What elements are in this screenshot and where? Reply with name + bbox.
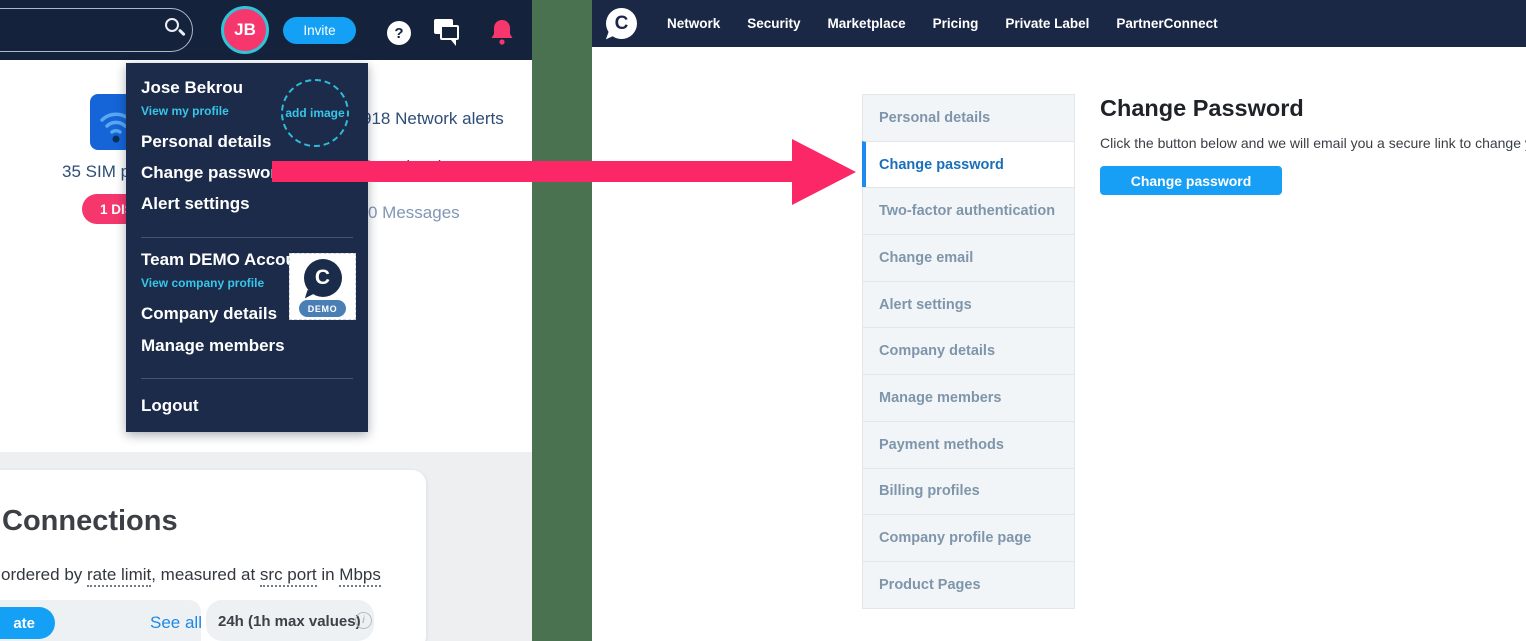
logout-button[interactable]: Logout	[141, 396, 199, 416]
settings-menu-item[interactable]: Alert settings	[862, 281, 1075, 329]
settings-menu-item[interactable]: Change email	[862, 234, 1075, 282]
connections-title: Connections	[2, 505, 178, 538]
brand-logo[interactable]: C	[606, 8, 637, 39]
settings-menu-item[interactable]: Billing profiles	[862, 468, 1075, 516]
nav-item[interactable]: Network	[667, 16, 720, 31]
dropdown-menu-item[interactable]: Personal details	[141, 132, 271, 152]
chat-icon[interactable]	[434, 19, 464, 47]
main-nav: Network Security Marketplace Pricing Pri…	[667, 16, 1218, 31]
change-password-button[interactable]: Change password	[1100, 166, 1282, 195]
src-port-term[interactable]: src port	[260, 565, 317, 587]
rate-limit-term[interactable]: rate limit	[87, 565, 151, 587]
view-company-profile-link[interactable]: View company profile	[141, 276, 264, 290]
right-top-bar: C Network Security Marketplace Pricing P…	[592, 0, 1526, 47]
settings-menu-item[interactable]: Manage members	[862, 374, 1075, 422]
dropdown-menu-item[interactable]: Alert settings	[141, 194, 250, 214]
subtitle-text: ordered by	[1, 565, 87, 584]
settings-menu: Personal details Change password Two-fac…	[862, 95, 1075, 609]
nav-item[interactable]: Marketplace	[828, 16, 906, 31]
settings-menu-item[interactable]: Company profile page	[862, 514, 1075, 562]
see-all-link[interactable]: See all	[150, 613, 202, 633]
avatar[interactable]: JB	[221, 6, 269, 54]
dropdown-user-name: Jose Bekrou	[141, 78, 243, 98]
messages-stat[interactable]: 0 Messages	[368, 203, 460, 223]
left-top-bar: JB Invite ?	[0, 0, 532, 60]
dropdown-menu-item[interactable]: Change password	[141, 163, 287, 183]
info-icon[interactable]: i	[355, 612, 372, 629]
page-title: Change Password	[1100, 95, 1526, 122]
subtitle-text: , measured at	[151, 565, 260, 584]
dropdown-divider	[141, 378, 353, 379]
network-alerts-stat[interactable]: 918 Network alerts	[362, 109, 504, 129]
nav-item[interactable]: Security	[747, 16, 800, 31]
composite-screenshot: 35 SIM p 1 DISAB 918 Network alerts Secu…	[0, 0, 1526, 641]
invite-button[interactable]: Invite	[283, 17, 356, 44]
sim-packages-stat: 35 SIM p	[62, 162, 130, 182]
nav-item[interactable]: PartnerConnect	[1116, 16, 1217, 31]
user-dropdown-menu: Jose Bekrou View my profile add image Pe…	[126, 63, 368, 432]
nav-item[interactable]: Pricing	[933, 16, 979, 31]
dropdown-divider	[141, 237, 353, 238]
left-screenshot: 35 SIM p 1 DISAB 918 Network alerts Secu…	[0, 0, 532, 641]
demo-badge: DEMO	[299, 300, 346, 317]
view-my-profile-link[interactable]: View my profile	[141, 104, 229, 118]
page-description: Click the button below and we will email…	[1100, 135, 1526, 151]
divider-stripe	[532, 0, 592, 641]
connections-subtitle: ordered by rate limit, measured at src p…	[1, 565, 381, 585]
nav-item[interactable]: Private Label	[1005, 16, 1089, 31]
settings-menu-item[interactable]: Change password	[862, 141, 1075, 189]
bell-icon[interactable]	[490, 18, 514, 46]
settings-menu-item[interactable]: Personal details	[862, 94, 1075, 142]
mbps-term[interactable]: Mbps	[339, 565, 381, 587]
help-icon[interactable]: ?	[387, 21, 411, 45]
right-screenshot: C Network Security Marketplace Pricing P…	[592, 0, 1526, 641]
dropdown-menu-item[interactable]: Company details	[141, 304, 277, 324]
annotation-arrow-head	[792, 139, 856, 205]
subtitle-text: in	[317, 565, 340, 584]
settings-menu-item[interactable]: Product Pages	[862, 561, 1075, 609]
change-password-panel: Change Password Click the button below a…	[1100, 95, 1526, 195]
dropdown-menu-item[interactable]: Manage members	[141, 336, 285, 356]
aggregate-toggle-button[interactable]: ate	[0, 607, 55, 639]
company-logo: C DEMO	[289, 253, 356, 320]
settings-menu-item[interactable]: Payment methods	[862, 421, 1075, 469]
settings-menu-item[interactable]: Company details	[862, 327, 1075, 375]
settings-menu-item[interactable]: Two-factor authentication	[862, 187, 1075, 235]
connections-section: Connections ordered by rate limit, measu…	[0, 452, 532, 641]
add-image-button[interactable]: add image	[281, 79, 349, 147]
company-logo-bubble: C	[304, 259, 342, 297]
search-icon[interactable]	[165, 18, 189, 42]
time-range-label[interactable]: 24h (1h max values)	[218, 613, 361, 630]
dropdown-team-name: Team DEMO Account	[141, 250, 312, 270]
annotation-arrow-shaft	[272, 161, 794, 182]
